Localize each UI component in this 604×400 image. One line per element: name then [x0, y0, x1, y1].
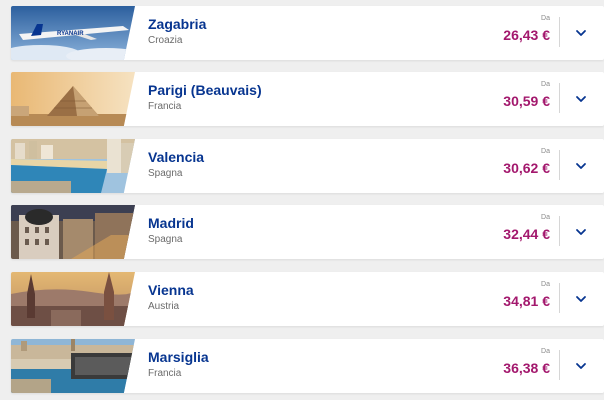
destination-price: 30,59 € [503, 93, 550, 109]
destination-card-vienna[interactable]: Vienna Austria Da 34,81 € [11, 272, 604, 326]
destination-card-marsiglia[interactable]: Marsiglia Francia Da 36,38 € [11, 339, 604, 393]
destination-price: 34,81 € [503, 293, 550, 309]
divider [559, 150, 560, 180]
destination-price: 26,43 € [503, 27, 550, 43]
price-prefix: Da [541, 281, 550, 288]
destination-city: Parigi (Beauvais) [148, 82, 262, 98]
divider [559, 83, 560, 113]
destination-price: 30,62 € [503, 160, 550, 176]
destination-city: Zagabria [148, 16, 207, 32]
destination-city: Marsiglia [148, 349, 209, 365]
destination-city: Valencia [148, 149, 205, 165]
destination-country: Croazia [148, 35, 183, 46]
destination-country: Francia [148, 368, 182, 379]
chevron-down-icon[interactable] [574, 359, 588, 373]
destination-country: Spagna [148, 234, 183, 245]
chevron-down-icon[interactable] [574, 26, 588, 40]
destination-city: Vienna [148, 282, 194, 298]
price-prefix: Da [541, 15, 550, 22]
destination-card-valencia[interactable]: Valencia Spagna Da 30,62 € [11, 139, 604, 193]
divider [559, 216, 560, 246]
destination-image-vienna [11, 272, 135, 326]
destination-card-parigi[interactable]: Parigi (Beauvais) Francia Da 30,59 € [11, 72, 604, 126]
price-prefix: Da [541, 81, 550, 88]
destination-country: Francia [148, 101, 182, 112]
destination-country: Spagna [148, 168, 183, 179]
destination-image-parigi [11, 72, 135, 126]
price-prefix: Da [541, 148, 550, 155]
destination-price: 32,44 € [503, 226, 550, 242]
destination-image-madrid [11, 205, 135, 259]
svg-text:RYANAIR: RYANAIR [57, 31, 84, 37]
price-prefix: Da [541, 348, 550, 355]
chevron-down-icon[interactable] [574, 159, 588, 173]
chevron-down-icon[interactable] [574, 92, 588, 106]
destination-image-valencia [11, 139, 135, 193]
destination-country: Austria [148, 301, 180, 312]
price-prefix: Da [541, 214, 550, 221]
chevron-down-icon[interactable] [574, 225, 588, 239]
divider [559, 283, 560, 313]
chevron-down-icon[interactable] [574, 292, 588, 306]
destination-card-zagabria[interactable]: RYANAIR Zagabria Croazia Da 26,43 € [11, 6, 604, 60]
divider [559, 350, 560, 380]
destination-card-madrid[interactable]: Madrid Spagna Da 32,44 € [11, 205, 604, 259]
destination-image-zagabria: RYANAIR [11, 6, 135, 60]
divider [559, 17, 560, 47]
destination-image-marsiglia [11, 339, 135, 393]
destination-city: Madrid [148, 215, 194, 231]
destination-price: 36,38 € [503, 360, 550, 376]
